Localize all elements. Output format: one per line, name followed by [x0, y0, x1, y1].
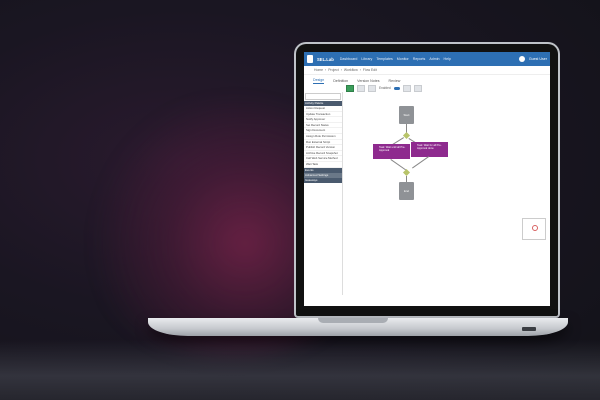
tab-definition[interactable]: Definition [333, 79, 348, 84]
breadcrumb-separator: › [359, 68, 361, 72]
toolbar-button[interactable] [357, 84, 365, 92]
laptop-port [522, 327, 536, 331]
tab-bar: Design Definition Version Notes Review [304, 75, 550, 84]
nav-item[interactable]: Dashboard [340, 57, 358, 61]
task-node[interactable]: Task: Wait for all Pre-Approval done [411, 142, 448, 157]
tab-review[interactable]: Review [389, 79, 401, 84]
nav-item[interactable]: Admin [429, 57, 439, 61]
breadcrumb-item[interactable]: Workflow [344, 68, 358, 72]
breadcrumb-item: Flow Edit [362, 68, 377, 72]
minimap-marker-icon [532, 225, 538, 231]
background-floor [0, 340, 600, 400]
tab-version-notes[interactable]: Version Notes [357, 79, 379, 84]
toggle-label: Enabled [379, 86, 391, 90]
sidebar-header[interactable]: Gateways [304, 177, 342, 183]
save-button[interactable] [346, 84, 354, 92]
start-node[interactable]: Start [399, 106, 414, 124]
breadcrumb-separator: › [325, 68, 327, 72]
user-icon[interactable] [518, 56, 525, 62]
breadcrumb: Home › Project › Workflow › Flow Edit [304, 66, 550, 75]
app-logo-icon[interactable] [307, 55, 313, 63]
nav-item[interactable]: Templates [376, 57, 392, 61]
main-content: Activity Palette Action Request Update T… [304, 92, 550, 295]
sidebar: Activity Palette Action Request Update T… [304, 92, 343, 295]
tab-design[interactable]: Design [313, 78, 325, 84]
toolbar: Enabled [304, 84, 550, 92]
nav-item[interactable]: Help [444, 57, 451, 61]
workflow-canvas[interactable]: Start Task: Wait until all Pre-Approval … [343, 92, 550, 295]
breadcrumb-separator: › [340, 68, 342, 72]
end-node[interactable]: End [399, 182, 414, 200]
nav-item[interactable]: Library [361, 57, 372, 61]
toolbar-button[interactable] [402, 84, 411, 92]
enable-toggle[interactable] [393, 86, 400, 90]
toolbar-button[interactable] [413, 84, 422, 92]
toolbar-button[interactable] [368, 84, 376, 92]
join-gateway[interactable] [402, 168, 411, 177]
user-name[interactable]: Guest User [529, 57, 547, 61]
minimap-panel[interactable] [522, 218, 546, 240]
nav-item[interactable]: Monitor [397, 57, 409, 61]
connector-line [412, 156, 429, 169]
task-node[interactable]: Task: Wait until all Pre-Approval [373, 144, 410, 159]
sidebar-search-input[interactable] [305, 93, 341, 100]
app-name: SEL.Lab [317, 56, 334, 62]
laptop-screen: SEL.Lab Dashboard Library Templates Moni… [304, 52, 550, 306]
laptop-notch [318, 318, 388, 323]
breadcrumb-item[interactable]: Home [314, 68, 323, 72]
nav-item[interactable]: Reports [413, 57, 426, 61]
app-topbar: SEL.Lab Dashboard Library Templates Moni… [304, 52, 550, 66]
breadcrumb-item[interactable]: Project [328, 68, 339, 72]
